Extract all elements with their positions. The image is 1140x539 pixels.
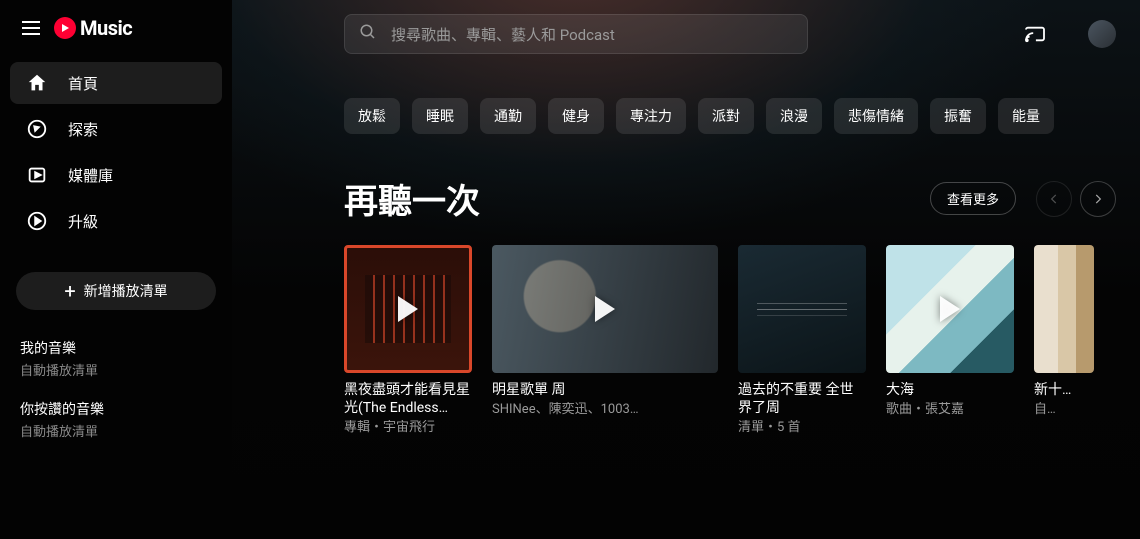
media-subtitle: 歌曲・張艾嘉 [886, 402, 1014, 419]
section-title: 再聽一次 [344, 174, 480, 223]
chip[interactable]: 健身 [548, 98, 604, 134]
cast-icon[interactable] [1022, 23, 1048, 45]
library-item-title: 我的音樂 [20, 338, 212, 358]
sidebar-nav: 首頁 探索 媒體庫 升級 [0, 62, 232, 242]
sidebar-item-home[interactable]: 首頁 [10, 62, 222, 104]
chip[interactable]: 悲傷情緒 [834, 98, 918, 134]
sidebar-item-label: 媒體庫 [68, 165, 113, 186]
chip[interactable]: 派對 [698, 98, 754, 134]
chip[interactable]: 睡眠 [412, 98, 468, 134]
library-item[interactable]: 你按讚的音樂 自動播放清單 [0, 389, 232, 450]
play-icon [398, 296, 418, 322]
main-area: 搜尋歌曲、專輯、藝人和 Podcast 放鬆 睡眠 通勤 健身 專注力 派對 浪… [232, 0, 1140, 539]
media-title: 黑夜盡頭才能看見星光(The Endless… [344, 381, 472, 417]
media-thumbnail[interactable] [492, 245, 718, 373]
media-thumbnail[interactable] [1034, 245, 1094, 373]
compass-icon [26, 118, 48, 140]
scroll-next-button[interactable] [1080, 181, 1116, 217]
chip[interactable]: 通勤 [480, 98, 536, 134]
chip[interactable]: 能量 [998, 98, 1054, 134]
media-card[interactable]: 新十… 自… [1034, 245, 1094, 437]
new-playlist-button[interactable]: + 新增播放清單 [16, 272, 216, 310]
media-subtitle: SHINee、陳奕迅、1003… [492, 402, 718, 419]
see-more-button[interactable]: 查看更多 [930, 182, 1016, 215]
section-header: 再聽一次 查看更多 [344, 174, 1116, 223]
media-thumbnail[interactable] [344, 245, 472, 373]
avatar[interactable] [1088, 20, 1116, 48]
chip[interactable]: 浪漫 [766, 98, 822, 134]
library-item[interactable]: 我的音樂 自動播放清單 [0, 328, 232, 389]
media-subtitle: 清單・5 首 [738, 420, 866, 437]
sidebar-item-label: 升級 [68, 211, 98, 232]
media-title: 明星歌單 周 [492, 381, 718, 399]
library-icon [26, 164, 48, 186]
media-title: 大海 [886, 381, 1014, 399]
play-badge-icon [54, 17, 76, 39]
search-icon [359, 23, 377, 45]
library-item-subtitle: 自動播放清單 [20, 421, 212, 440]
sidebar: Music 首頁 探索 媒體庫 升級 + [0, 0, 232, 539]
media-subtitle: 專輯・宇宙飛行 [344, 420, 472, 437]
search-placeholder: 搜尋歌曲、專輯、藝人和 Podcast [391, 24, 615, 45]
search-input[interactable]: 搜尋歌曲、專輯、藝人和 Podcast [344, 14, 808, 54]
play-icon [940, 296, 960, 322]
chip[interactable]: 振奮 [930, 98, 986, 134]
media-card[interactable]: 黑夜盡頭才能看見星光(The Endless… 專輯・宇宙飛行 [344, 245, 472, 437]
new-playlist-label: 新增播放清單 [84, 281, 168, 301]
topbar: 搜尋歌曲、專輯、藝人和 Podcast [232, 0, 1140, 64]
sidebar-item-explore[interactable]: 探索 [10, 108, 222, 150]
chip[interactable]: 專注力 [616, 98, 686, 134]
menu-icon[interactable] [22, 17, 40, 39]
scroll-prev-button[interactable] [1036, 181, 1072, 217]
sidebar-item-upgrade[interactable]: 升級 [10, 200, 222, 242]
chip-row: 放鬆 睡眠 通勤 健身 專注力 派對 浪漫 悲傷情緒 振奮 能量 [232, 64, 1140, 134]
media-thumbnail[interactable] [738, 245, 866, 373]
media-card[interactable]: 過去的不重要 全世界了周 清單・5 首 [738, 245, 866, 437]
media-title: 新十… [1034, 381, 1094, 399]
sidebar-item-library[interactable]: 媒體庫 [10, 154, 222, 196]
sidebar-item-label: 探索 [68, 119, 98, 140]
media-card[interactable]: 大海 歌曲・張艾嘉 [886, 245, 1014, 437]
card-row: 黑夜盡頭才能看見星光(The Endless… 專輯・宇宙飛行 明星歌單 周 S… [344, 245, 1116, 437]
listen-again-section: 再聽一次 查看更多 黑夜盡頭才能看見星光(The Endless… 專輯・宇宙飛… [232, 134, 1140, 437]
play-icon [595, 296, 615, 322]
chip[interactable]: 放鬆 [344, 98, 400, 134]
library-item-title: 你按讚的音樂 [20, 399, 212, 419]
brand-row: Music [0, 10, 232, 54]
upgrade-icon [26, 210, 48, 232]
media-thumbnail[interactable] [886, 245, 1014, 373]
plus-icon: + [64, 284, 75, 298]
app-name: Music [80, 16, 132, 40]
media-subtitle: 自… [1034, 402, 1094, 419]
app-logo[interactable]: Music [54, 16, 132, 40]
library-item-subtitle: 自動播放清單 [20, 360, 212, 379]
media-card[interactable]: 明星歌單 周 SHINee、陳奕迅、1003… [492, 245, 718, 437]
media-title: 過去的不重要 全世界了周 [738, 381, 866, 417]
sidebar-item-label: 首頁 [68, 73, 98, 94]
home-icon [26, 72, 48, 94]
